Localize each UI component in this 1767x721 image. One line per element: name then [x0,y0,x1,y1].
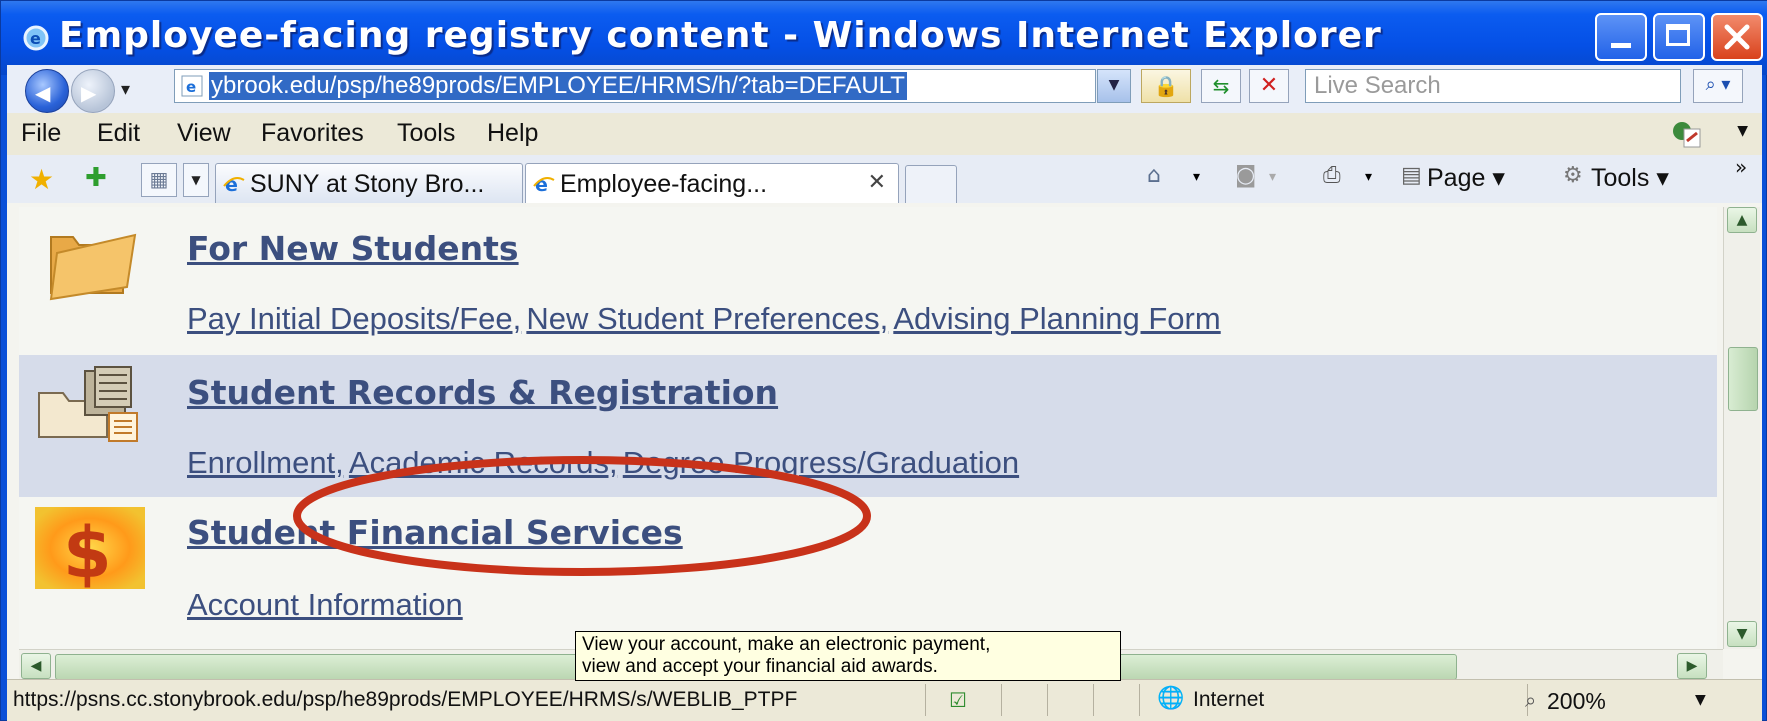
menu-help[interactable]: Help [487,119,538,148]
page-menu-button[interactable]: Page ▾ [1427,163,1505,193]
print-chevron-down-icon[interactable]: ▾ [1365,169,1372,185]
menu-edit[interactable]: Edit [97,119,140,148]
quick-tabs-button[interactable]: ▦ [141,163,177,197]
favorites-star-icon[interactable]: ★ [29,163,54,196]
search-placeholder: Live Search [1314,72,1441,99]
menu-bar: File Edit View Favorites Tools Help ▼ [7,113,1762,156]
address-dropdown-button[interactable]: ▼ [1097,69,1131,103]
forward-arrow-icon: ▶ [81,81,97,105]
stop-button[interactable]: ✕ [1249,69,1289,103]
minimize-button[interactable] [1595,13,1647,61]
window-title: Employee-facing registry content - Windo… [59,15,1382,56]
refresh-icon: ⇆ [1212,74,1230,98]
zoom-level[interactable]: 200% [1547,688,1606,715]
scroll-thumb[interactable] [1728,347,1758,411]
recent-pages-chevron-down-icon[interactable]: ▾ [121,79,130,100]
tools-menu-button[interactable]: Tools ▾ [1591,163,1669,193]
stop-icon: ✕ [1259,73,1279,98]
address-input[interactable]: e ybrook.edu/psp/he89prods/EMPLOYEE/HRMS… [174,69,1096,103]
status-url: https://psns.cc.stonybrook.edu/psp/he89p… [13,688,798,711]
home-chevron-down-icon[interactable]: ▾ [1193,169,1200,185]
search-icon: ⌕ [1705,74,1716,95]
print-icon[interactable]: ⎙ [1323,163,1341,188]
zoom-magnifier-icon: ⌕ [1525,688,1537,712]
toolbar-addon-icon[interactable] [1670,119,1704,149]
chevron-down-icon: ▼ [1108,77,1120,93]
page-viewport: For New Students Pay Initial Deposits/Fe… [19,207,1717,649]
menu-favorites[interactable]: Favorites [261,119,364,148]
tab-list-button[interactable]: ▼ [183,163,209,197]
status-divider [925,684,926,716]
chevron-down-icon: ▼ [1736,626,1748,642]
ie-logo-icon: e [23,25,49,51]
scroll-down-button[interactable]: ▼ [1727,621,1757,647]
page-icon: ▤ [1401,163,1422,188]
tab-ie-icon: e [533,174,555,196]
maximize-button[interactable] [1653,13,1705,61]
svg-text:e: e [30,29,41,48]
back-arrow-icon: ◀ [35,81,51,105]
tab-suny[interactable]: e SUNY at Stony Bro... [215,163,523,203]
tools-menu-label: Tools [1591,164,1650,192]
menu-tools[interactable]: Tools [397,119,455,148]
status-divider [1139,684,1140,716]
scroll-left-button[interactable]: ◀ [21,653,51,679]
chevron-right-icon: ▶ [1686,658,1698,674]
zoom-chevron-down-icon[interactable]: ▼ [1695,692,1706,708]
status-divider [1001,684,1002,716]
tab-label: Employee-facing... [560,170,768,198]
back-button[interactable]: ◀ [25,69,69,113]
svg-text:e: e [186,78,196,96]
scroll-right-button[interactable]: ▶ [1677,653,1707,679]
page-ie-icon: e [181,75,203,97]
security-zone: Internet [1193,688,1265,711]
tab-ie-icon: e [223,174,245,196]
tooltip: View your account, make an electronic pa… [575,631,1121,681]
status-divider [1093,684,1094,716]
chevron-left-icon: ◀ [30,658,42,674]
feeds-chevron-down-icon[interactable]: ▾ [1269,169,1276,185]
popup-blocker-icon[interactable]: ☑ [949,688,967,712]
status-bar: https://psns.cc.stonybrook.edu/psp/he89p… [7,679,1762,721]
address-url-text[interactable]: ybrook.edu/psp/he89prods/EMPLOYEE/HRMS/h… [209,72,907,100]
browser-window: e Employee-facing registry content - Win… [0,0,1767,721]
refresh-button[interactable]: ⇆ [1201,69,1241,103]
quick-tabs-icon: ▦ [149,167,169,191]
address-toolbar: ◀ ▶ ▾ e ybrook.edu/psp/he89prods/EMPLOYE… [7,65,1762,114]
browser-client-area: ◀ ▶ ▾ e ybrook.edu/psp/he89prods/EMPLOYE… [7,65,1762,721]
home-icon[interactable]: ⌂ [1147,163,1161,188]
tab-label: SUNY at Stony Bro... [250,170,485,198]
tab-toolbar: ★ ✚ ▦ ▼ e SUNY at Stony Bro... e Employe… [7,155,1762,204]
more-chevron-icon[interactable]: » [1735,155,1747,179]
lock-icon: 🔒 [1153,74,1179,98]
maximize-icon [1666,24,1690,46]
security-lock-button[interactable]: 🔒 [1141,69,1191,103]
feeds-icon[interactable]: ◙ [1235,163,1256,188]
menu-file[interactable]: File [21,119,61,148]
tab-close-icon[interactable]: ✕ [868,170,886,195]
chevron-up-icon: ▲ [1736,212,1748,228]
title-bar: e Employee-facing registry content - Win… [1,1,1767,75]
chevron-down-icon: ▼ [191,173,201,187]
tab-employee-facing[interactable]: e Employee-facing... ✕ [525,163,899,203]
search-input[interactable]: Live Search [1305,69,1681,103]
scroll-up-button[interactable]: ▲ [1727,207,1757,233]
globe-icon: 🌐 [1157,686,1185,711]
search-button[interactable]: ⌕ ▾ [1693,69,1743,103]
close-icon [1724,24,1750,50]
close-button[interactable] [1711,13,1763,61]
minimize-icon [1611,43,1631,48]
new-tab-button[interactable] [905,165,957,203]
tooltip-line: view and accept your financial aid award… [582,656,938,677]
status-divider [1047,684,1048,716]
tools-gear-icon: ⚙ [1563,163,1583,188]
vertical-scrollbar[interactable]: ▲ ▼ [1723,207,1760,649]
addon-chevron-down-icon[interactable]: ▼ [1737,123,1748,139]
tooltip-line: View your account, make an electronic pa… [582,634,991,655]
forward-button[interactable]: ▶ [71,69,115,113]
annotation-ellipse [293,456,871,576]
page-menu-label: Page [1427,164,1486,192]
menu-view[interactable]: View [177,119,231,148]
add-favorite-icon[interactable]: ✚ [85,163,107,193]
